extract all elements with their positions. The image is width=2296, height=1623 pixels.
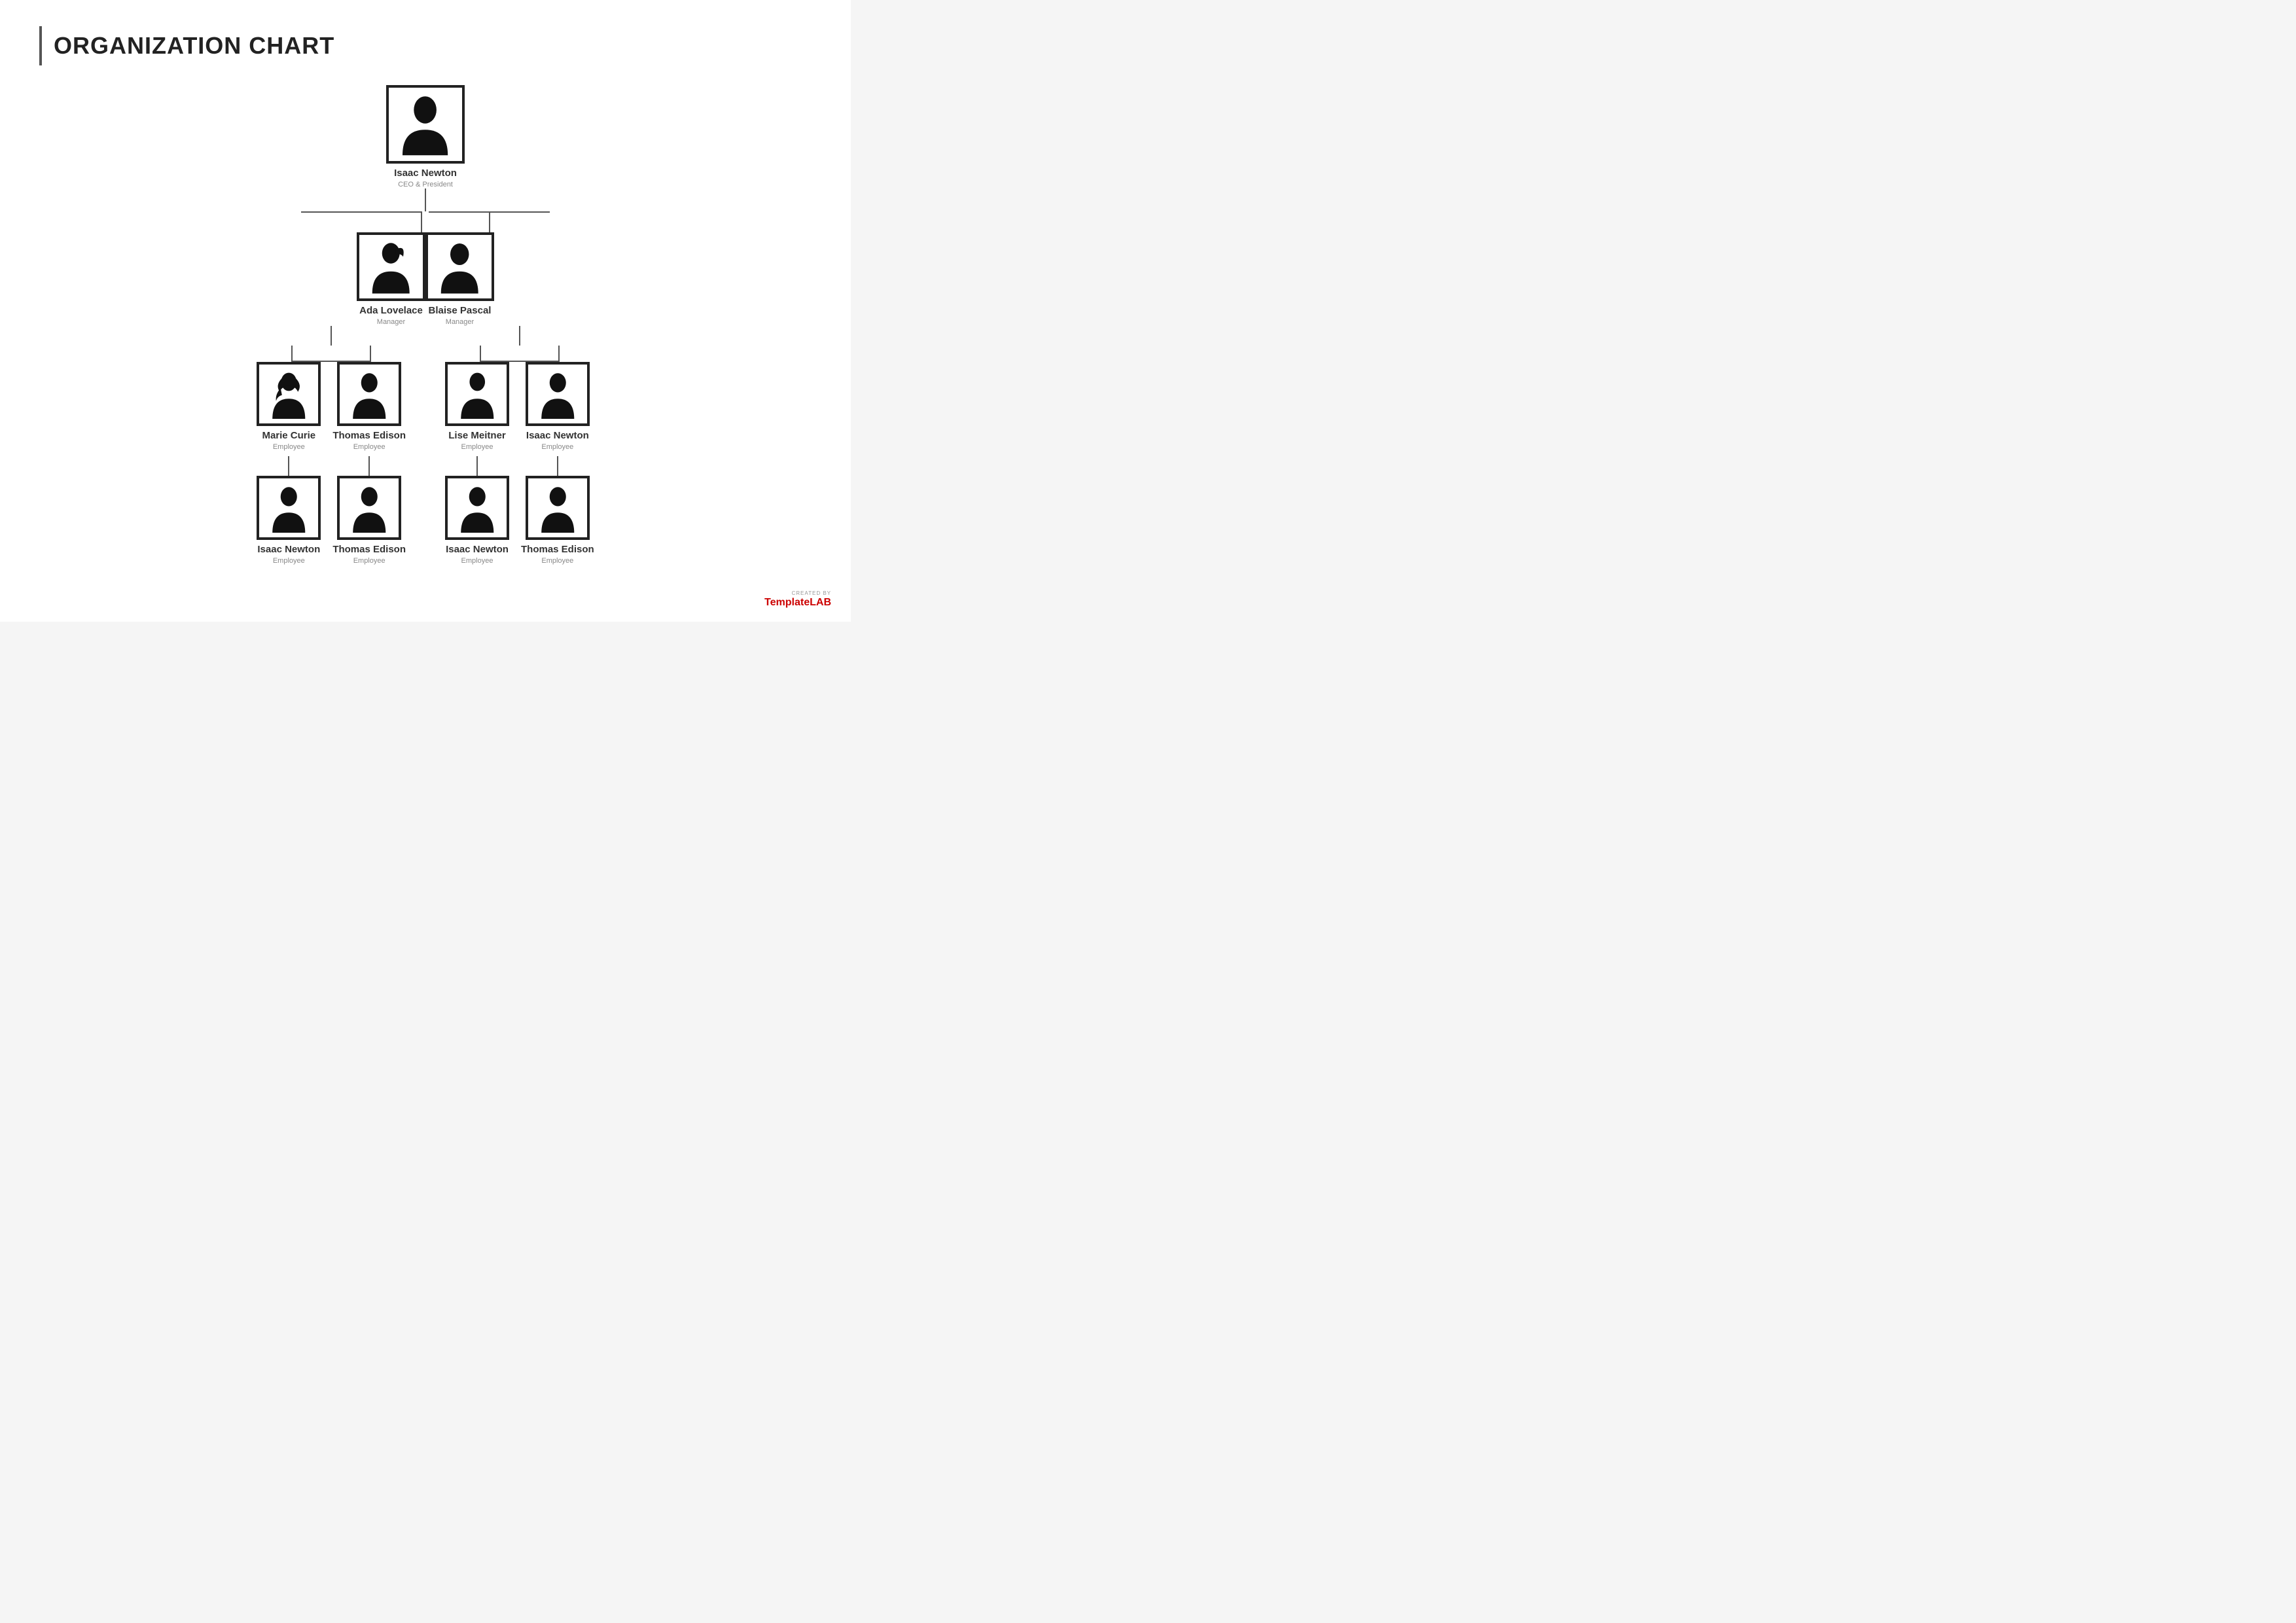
silhouette-thomas1-icon <box>344 369 395 419</box>
silhouette-isaac-l3-icon <box>533 369 583 419</box>
silhouette-marie-icon <box>264 369 314 419</box>
silhouette-thomas-emp2-icon <box>533 483 583 533</box>
avatar-lise <box>445 362 509 426</box>
avatar-thomas-emp2 <box>526 476 590 540</box>
lise-section: Lise Meitner Employee <box>445 362 509 565</box>
ada-subtree: Marie Curie Employee <box>257 326 406 565</box>
org-chart: Isaac Newton CEO & President <box>39 85 812 565</box>
page-title: ORGANIZATION CHART <box>54 32 334 60</box>
marie-role: Employee <box>273 443 305 451</box>
thomas-section: Thomas Edison Employee <box>332 362 406 565</box>
v-from-ada <box>331 326 332 346</box>
title-section: ORGANIZATION CHART <box>39 26 812 65</box>
page: ORGANIZATION CHART Isaac Newton CEO & Pr… <box>0 0 851 622</box>
person-thomas1: Thomas Edison Employee <box>332 362 406 451</box>
left-v <box>301 213 422 232</box>
person-isaac-l3: Isaac Newton Employee <box>526 362 590 451</box>
isaac-emp1-name: Isaac Newton <box>257 544 320 556</box>
right-branch-wrapper: Blaise Pascal Manager <box>425 211 553 326</box>
marie-section: Marie Curie Employee <box>257 362 321 565</box>
isaac-emp-section: Isaac Newton Employee <box>521 362 594 565</box>
isaac-emp2-name: Isaac Newton <box>446 544 509 556</box>
person-thomas-emp1: Thomas Edison Employee <box>332 476 406 565</box>
blaise-subtree: Lise Meitner Employee <box>445 326 594 565</box>
v-line-right-manager <box>489 213 490 232</box>
ada-name: Ada Lovelace <box>359 305 423 317</box>
logo-brand-plain: Template <box>764 597 810 608</box>
silhouette-lise-icon <box>452 369 503 419</box>
ada-children: Marie Curie Employee <box>257 362 406 565</box>
thomas-emp1-role: Employee <box>353 557 386 565</box>
avatar-marie <box>257 362 321 426</box>
person-blaise: Blaise Pascal Manager <box>425 232 494 326</box>
person-marie: Marie Curie Employee <box>257 362 321 451</box>
blaise-name: Blaise Pascal <box>429 305 492 317</box>
left-branch: Ada Lovelace Manager <box>298 211 425 326</box>
v-lise-down <box>476 456 478 476</box>
person-isaac-emp1: Isaac Newton Employee <box>257 476 321 565</box>
avatar-thomas-emp1 <box>337 476 401 540</box>
avatar-isaac-emp1 <box>257 476 321 540</box>
blaise-children: Lise Meitner Employee <box>445 362 594 565</box>
ada-h-bar <box>291 346 371 362</box>
level2-branch: Ada Lovelace Manager <box>298 211 553 326</box>
silhouette-isaac-emp2-icon <box>452 483 503 533</box>
v-thomas1-down <box>368 456 370 476</box>
v-marie-down <box>288 456 289 476</box>
blaise-right-drop <box>558 346 560 362</box>
thomas-emp2-role: Employee <box>541 557 573 565</box>
blaise-role: Manager <box>446 318 474 326</box>
isaac-emp2-role: Employee <box>461 557 493 565</box>
person-isaac-emp2: Isaac Newton Employee <box>445 476 509 565</box>
v-isaac-l3-down <box>557 456 558 476</box>
ceo-role: CEO & President <box>398 181 453 188</box>
ceo-section: Isaac Newton CEO & President <box>386 85 465 211</box>
logo-brand-accent: LAB <box>810 597 831 608</box>
thomas-emp1-name: Thomas Edison <box>332 544 406 556</box>
avatar-isaac-emp2 <box>445 476 509 540</box>
avatar-blaise <box>425 232 494 301</box>
silhouette-isaac-emp1-icon <box>264 483 314 533</box>
logo-brand: TemplateLAB <box>764 597 831 609</box>
left-branch-wrapper: Ada Lovelace Manager <box>298 211 425 326</box>
title-bar <box>39 26 42 65</box>
lower-levels: Marie Curie Employee <box>257 326 594 565</box>
isaac-emp1-role: Employee <box>273 557 305 565</box>
avatar-ada <box>357 232 425 301</box>
silhouette-blaise-icon <box>433 240 486 293</box>
person-ceo: Isaac Newton CEO & President <box>386 85 465 188</box>
silhouette-ceo-icon <box>394 93 456 155</box>
lise-role: Employee <box>461 443 493 451</box>
marie-name: Marie Curie <box>262 430 315 442</box>
lise-name: Lise Meitner <box>448 430 506 442</box>
right-v <box>489 213 490 232</box>
thomas1-name: Thomas Edison <box>332 430 406 442</box>
avatar-isaac-l3 <box>526 362 590 426</box>
blaise-left-drop <box>480 346 481 362</box>
ada-left-drop <box>291 346 293 362</box>
logo-created-by-text: CREATED BY <box>791 590 831 596</box>
silhouette-thomas-emp1-icon <box>344 483 395 533</box>
right-branch: Blaise Pascal Manager <box>425 211 553 326</box>
v-line-ceo <box>425 188 426 211</box>
person-lise: Lise Meitner Employee <box>445 362 509 451</box>
v-line-left-manager <box>421 213 422 232</box>
avatar-thomas1 <box>337 362 401 426</box>
thomas1-role: Employee <box>353 443 386 451</box>
logo-area: CREATED BY TemplateLAB <box>764 590 831 609</box>
person-thomas-emp2: Thomas Edison Employee <box>521 476 594 565</box>
v-from-blaise <box>519 326 520 346</box>
isaac-l3-role: Employee <box>541 443 573 451</box>
ada-role: Manager <box>377 318 405 326</box>
person-ada: Ada Lovelace Manager <box>357 232 425 326</box>
isaac-l3-name: Isaac Newton <box>526 430 589 442</box>
silhouette-ada-icon <box>364 240 418 293</box>
thomas-emp2-name: Thomas Edison <box>521 544 594 556</box>
blaise-h-bar <box>480 346 560 362</box>
avatar-ceo <box>386 85 465 164</box>
ceo-name: Isaac Newton <box>394 168 457 179</box>
ada-right-drop <box>370 346 371 362</box>
